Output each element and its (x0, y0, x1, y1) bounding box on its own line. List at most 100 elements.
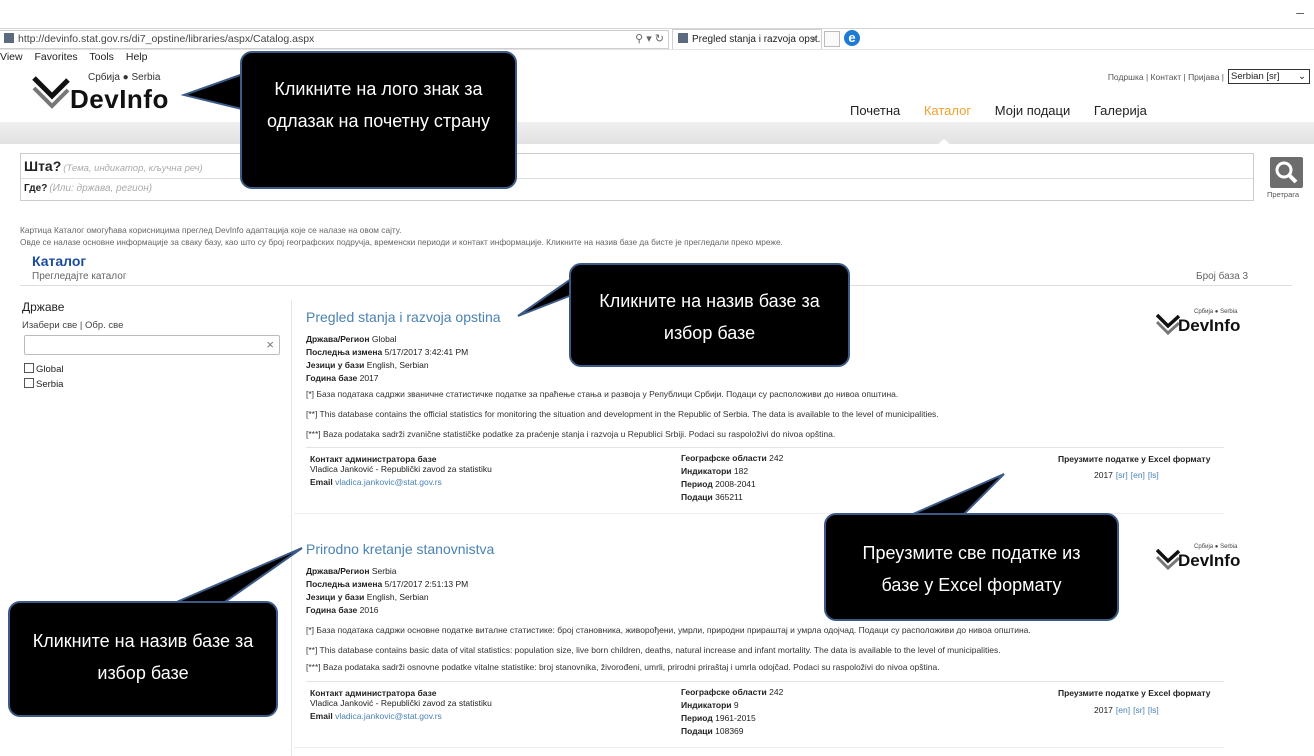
description-en: [**] This database contains the official… (306, 409, 939, 419)
top-utility-links[interactable]: Подршка | Контакт | Пријава | (1108, 72, 1224, 82)
callout-logo: Кликните на лого знак за одлазак на поче… (240, 51, 517, 189)
sidebar-divider (291, 300, 292, 756)
intro-line-1: Картица Каталог омогућава корисницима пр… (20, 225, 402, 235)
database-title-link[interactable]: Prirodno kretanje stanovnistva (306, 541, 494, 557)
download-link-ls[interactable]: [ls] (1148, 705, 1159, 715)
header-shade (0, 122, 1314, 144)
stat-label: Период (681, 713, 713, 723)
tab-close-icon[interactable]: × (811, 30, 817, 49)
window-minimize-button[interactable]: – (1296, 4, 1304, 20)
search-button-label: Претрага (1267, 190, 1300, 199)
url-field[interactable]: http://devinfo.stat.gov.rs/di7_opstine/l… (0, 30, 669, 49)
stat-label: Индикатори (681, 700, 732, 710)
contact-name: Vladica Janković - Republički zavod za s… (310, 464, 492, 474)
download-year: 2017 (1094, 705, 1113, 715)
database-meta: Држава/Регион Global Последња измена 5/1… (306, 333, 468, 385)
download-link-en[interactable]: [en] (1116, 705, 1130, 715)
sidebar-select-links[interactable]: Изабери све | Обр. све (22, 320, 123, 331)
meta-label: Година базе (306, 373, 358, 383)
country-filter-input[interactable]: × (24, 335, 280, 355)
meta-label: Језици у бази (306, 360, 365, 370)
checkbox[interactable] (24, 363, 34, 373)
stat-period: 1961-2015 (715, 713, 756, 723)
page-subtitle: Прегледајте каталог (32, 271, 127, 282)
nav-my-data[interactable]: Моји подаци (995, 103, 1070, 118)
page-title: Каталог (32, 253, 87, 269)
description-sr-cyrillic: [*] База података садржи званичне статис… (306, 389, 899, 399)
mini-logo-serbia: Србија ● Serbia (1194, 544, 1238, 550)
search-refresh-controls[interactable]: ⚲ ▾ ↻ (635, 31, 664, 48)
language-select[interactable]: Serbian [sr] ⌄ (1228, 69, 1310, 84)
database-stats: Географске области 242 Индикатори 182 Пе… (681, 452, 783, 504)
country-option-label: Global (36, 364, 64, 375)
menu-tools[interactable]: Tools (89, 51, 114, 63)
stat-label: Географске области (681, 453, 767, 463)
stat-data: 365211 (715, 492, 743, 502)
search-button[interactable] (1270, 157, 1303, 188)
contact-email-link[interactable]: vladica.jankovic@stat.gov.rs (335, 477, 442, 487)
divider (306, 681, 1224, 682)
search-what-field[interactable]: Шта? (Тема, индикатор, кључна реч) (24, 158, 203, 174)
browser-menubar: View Favorites Tools Help (0, 51, 156, 65)
menu-favorites[interactable]: Favorites (35, 51, 78, 63)
tab-title: Pregled stanja i razvoja opst... (692, 34, 822, 45)
download-heading: Преузмите податке у Excel формату (1058, 688, 1211, 698)
language-value: Serbian [sr] (1231, 71, 1280, 82)
email-label: Email (310, 477, 333, 487)
site-favicon-icon (4, 33, 14, 43)
country-option-serbia[interactable]: Serbia (24, 378, 63, 390)
nav-gallery[interactable]: Галерија (1094, 103, 1147, 118)
intro-text: Картица Каталог омогућава корисницима пр… (20, 224, 783, 248)
meta-label: Последња измена (306, 579, 383, 589)
search-where-field[interactable]: Где? (Или: држава, регион) (24, 183, 152, 194)
devinfo-mini-logo-icon (1156, 548, 1180, 570)
download-link-ls[interactable]: [ls] (1148, 470, 1159, 480)
database-logo: Србија ● Serbia DevInfo (1148, 544, 1240, 574)
meta-languages: English, Serbian (366, 592, 429, 602)
database-title-link[interactable]: Pregled stanja i razvoja opstina (306, 309, 501, 325)
meta-year: 2017 (359, 373, 379, 383)
browser-tab-active[interactable]: Pregled stanja i razvoja opst... × (672, 29, 822, 49)
mini-logo-devinfo: DevInfo (1178, 316, 1241, 335)
address-bar: http://devinfo.stat.gov.rs/di7_opstine/l… (0, 28, 1314, 50)
stat-indicators: 9 (733, 700, 739, 710)
stat-label: Географске области (681, 687, 767, 697)
callout-database-title-2: Кликните на назив базе за избор базе (8, 601, 278, 717)
ie-browser-icon[interactable]: e (844, 30, 860, 46)
contact-label: Контакт администратора базе (310, 454, 437, 464)
meta-modified: 5/17/2017 2:51:13 PM (384, 579, 469, 589)
contact-email-link[interactable]: vladica.jankovic@stat.gov.rs (335, 711, 442, 721)
download-link-sr[interactable]: [sr] (1116, 470, 1128, 480)
meta-region: Serbia (371, 566, 397, 576)
nav-home[interactable]: Почетна (850, 103, 900, 118)
menu-view[interactable]: View (0, 51, 23, 63)
search-icon (1275, 161, 1298, 184)
divider (306, 447, 1224, 448)
menu-help[interactable]: Help (126, 51, 148, 63)
contact-name: Vladica Janković - Republički zavod za s… (310, 698, 492, 708)
logo-devinfo-text: DevInfo (70, 84, 169, 114)
new-tab-button[interactable] (824, 31, 840, 47)
tab-favicon-icon (678, 33, 688, 43)
database-meta: Држава/Регион Serbia Последња измена 5/1… (306, 565, 468, 617)
meta-year: 2016 (359, 605, 379, 615)
url-text: http://devinfo.stat.gov.rs/di7_opstine/l… (18, 33, 315, 45)
devinfo-logo[interactable]: Србија ● Serbia DevInfo (32, 70, 182, 114)
callout-tail-title2 (171, 547, 303, 605)
checkbox[interactable] (24, 378, 34, 388)
meta-region: Global (371, 334, 397, 344)
callout-database-title: Кликните на назив базе за избор базе (569, 263, 850, 367)
callout-excel-download: Преузмите све податке из базе у Excel фо… (824, 513, 1119, 621)
nav-active-pointer (937, 139, 951, 145)
contact-label: Контакт администратора базе (310, 688, 437, 698)
meta-label: Година базе (306, 605, 358, 615)
download-link-en[interactable]: [en] (1131, 470, 1145, 480)
clear-icon[interactable]: × (266, 337, 274, 352)
database-count: Број база 3 (1196, 271, 1249, 282)
download-links: 2017 [sr] [en] [ls] (1094, 470, 1159, 480)
nav-catalog[interactable]: Каталог (924, 103, 971, 118)
country-option-global[interactable]: Global (24, 363, 63, 375)
search-divider (21, 178, 1253, 179)
database-logo: Србија ● Serbia DevInfo (1148, 309, 1241, 339)
download-link-sr[interactable]: [sr] (1133, 705, 1145, 715)
